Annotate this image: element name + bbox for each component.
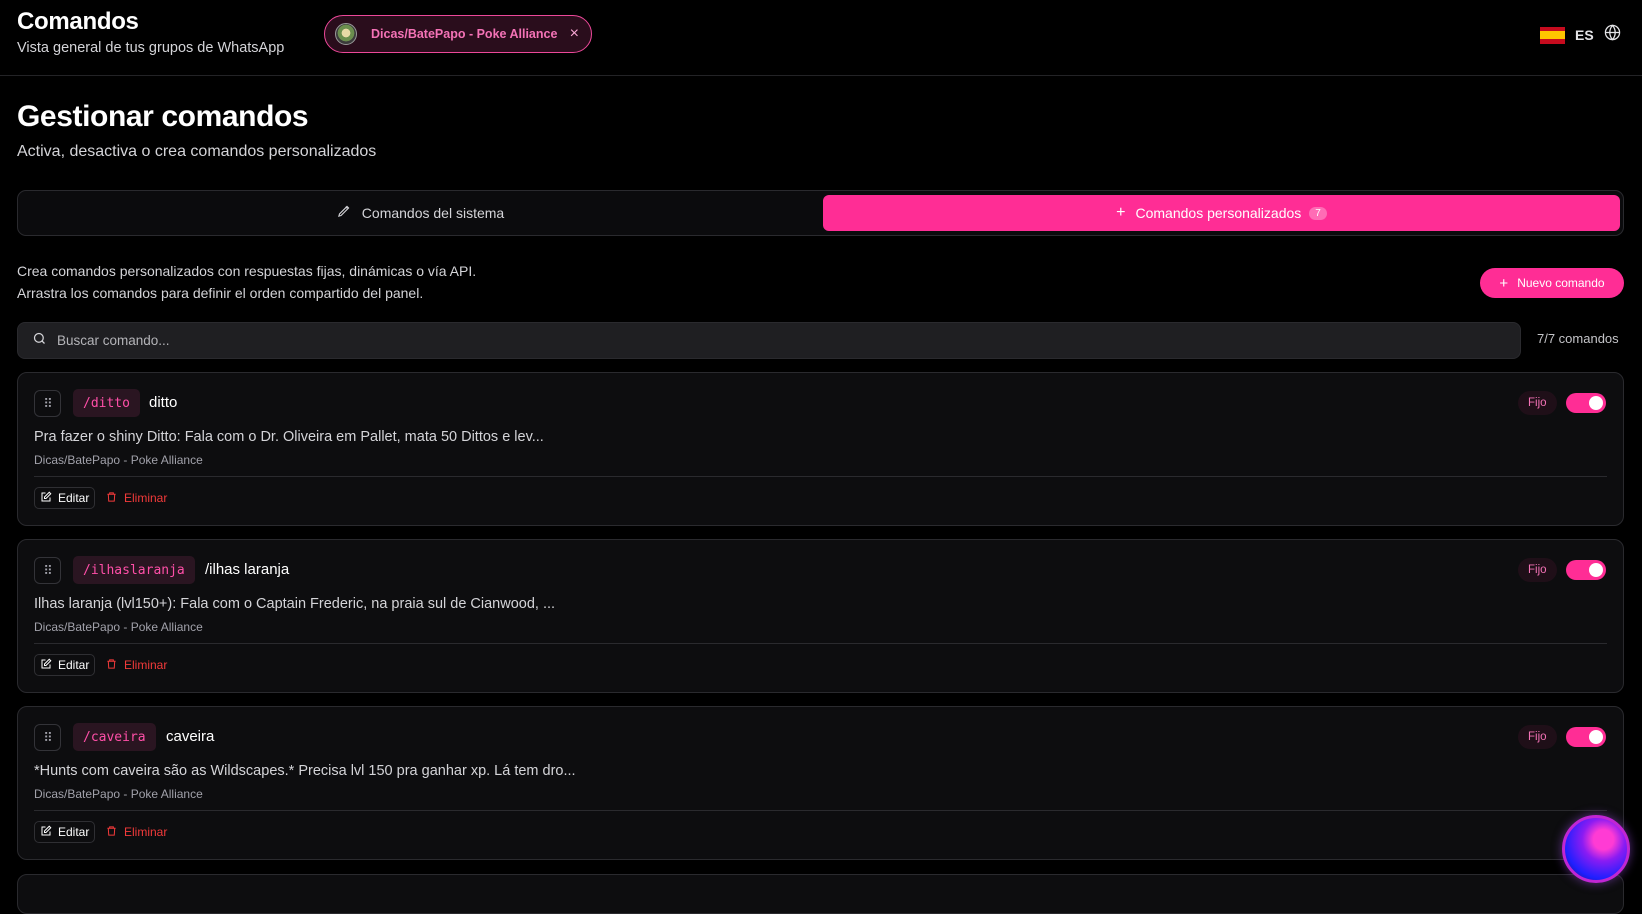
enable-toggle[interactable] [1566, 560, 1606, 580]
trash-icon [106, 658, 117, 673]
delete-button[interactable]: Eliminar [106, 654, 167, 676]
globe-icon[interactable] [1604, 24, 1621, 46]
command-tabs: Comandos del sistema + Comandos personal… [17, 190, 1624, 236]
trash-icon [106, 825, 117, 840]
command-response-preview: Pra fazer o shiny Ditto: Fala com o Dr. … [34, 429, 544, 445]
command-card: ⠿ /ditto ditto Fijo Pra fazer o shiny Di… [17, 372, 1624, 526]
type-badge: Fijo [1518, 725, 1557, 749]
command-group: Dicas/BatePapo - Poke Alliance [34, 453, 203, 467]
drag-handle-icon[interactable]: ⠿ [34, 724, 61, 751]
command-card: ⠿ /ilhaslaranja /ilhas laranja Fijo Ilha… [17, 539, 1624, 693]
trash-icon [106, 491, 117, 506]
divider [34, 476, 1607, 477]
language-code: ES [1575, 27, 1594, 43]
edit-button[interactable]: Editar [34, 487, 96, 509]
delete-label: Eliminar [124, 658, 168, 672]
tab-custom-label: Comandos personalizados [1135, 205, 1302, 221]
command-name: ditto [149, 394, 178, 411]
divider [34, 643, 1607, 644]
description-line-1: Crea comandos personalizados con respues… [17, 263, 477, 279]
edit-label: Editar [58, 825, 90, 839]
command-name: caveira [166, 728, 215, 745]
command-card-partial [17, 874, 1624, 914]
edit-button[interactable]: Editar [34, 821, 96, 843]
edit-icon [40, 658, 52, 673]
command-response-preview: *Hunts com caveira são as Wildscapes.* P… [34, 763, 576, 779]
command-trigger: /ditto [73, 389, 140, 417]
tab-custom-commands[interactable]: + Comandos personalizados 7 [823, 195, 1620, 231]
command-name: /ilhas laranja [205, 561, 290, 578]
tab-custom-count-badge: 7 [1309, 206, 1327, 220]
command-count: 7/7 comandos [1537, 331, 1619, 346]
delete-label: Eliminar [124, 825, 168, 839]
selected-group-chip[interactable]: Dicas/BatePapo - Poke Alliance × [324, 15, 592, 53]
delete-button[interactable]: Eliminar [106, 821, 167, 843]
page-title: Gestionar comandos [17, 100, 309, 133]
tab-system-commands[interactable]: Comandos del sistema [18, 191, 823, 235]
command-response-preview: Ilhas laranja (lvl150+): Fala com o Capt… [34, 596, 556, 612]
top-bar: Comandos Vista general de tus grupos de … [0, 0, 1642, 76]
search-icon [32, 331, 47, 351]
language-selector[interactable]: ES [1540, 24, 1621, 46]
plus-icon: + [1499, 274, 1509, 292]
edit-icon [40, 491, 52, 506]
description-line-2: Arrastra los comandos para definir el or… [17, 285, 424, 301]
edit-label: Editar [58, 491, 90, 505]
command-group: Dicas/BatePapo - Poke Alliance [34, 620, 203, 634]
assistant-orb-icon[interactable] [1562, 815, 1630, 883]
group-avatar [335, 23, 357, 45]
edit-button[interactable]: Editar [34, 654, 96, 676]
tab-system-label: Comandos del sistema [361, 205, 505, 221]
delete-label: Eliminar [124, 491, 168, 505]
type-badge: Fijo [1518, 391, 1557, 415]
spain-flag-icon [1540, 26, 1565, 44]
command-group: Dicas/BatePapo - Poke Alliance [34, 787, 203, 801]
drag-handle-icon[interactable]: ⠿ [34, 557, 61, 584]
search-input[interactable] [57, 333, 1457, 348]
type-badge: Fijo [1518, 558, 1557, 582]
pencil-icon [337, 203, 352, 223]
search-bar [17, 322, 1521, 359]
divider [34, 810, 1607, 811]
enable-toggle[interactable] [1566, 727, 1606, 747]
page-subtitle: Activa, desactiva o crea comandos person… [17, 143, 377, 160]
app-subtitle: Vista general de tus grupos de WhatsApp [17, 40, 285, 56]
delete-button[interactable]: Eliminar [106, 487, 167, 509]
edit-icon [40, 825, 52, 840]
enable-toggle[interactable] [1566, 393, 1606, 413]
app-title: Comandos [17, 8, 139, 35]
new-command-label: Nuevo comando [1517, 276, 1605, 290]
command-trigger: /ilhaslaranja [73, 556, 195, 584]
edit-label: Editar [58, 658, 90, 672]
group-chip-label: Dicas/BatePapo - Poke Alliance [371, 27, 558, 41]
command-trigger: /caveira [73, 723, 156, 751]
command-card: ⠿ /caveira caveira Fijo *Hunts com cavei… [17, 706, 1624, 860]
drag-handle-icon[interactable]: ⠿ [34, 390, 61, 417]
plus-icon: + [1116, 204, 1126, 221]
close-icon[interactable]: × [570, 25, 579, 43]
new-command-button[interactable]: + Nuevo comando [1480, 268, 1624, 298]
